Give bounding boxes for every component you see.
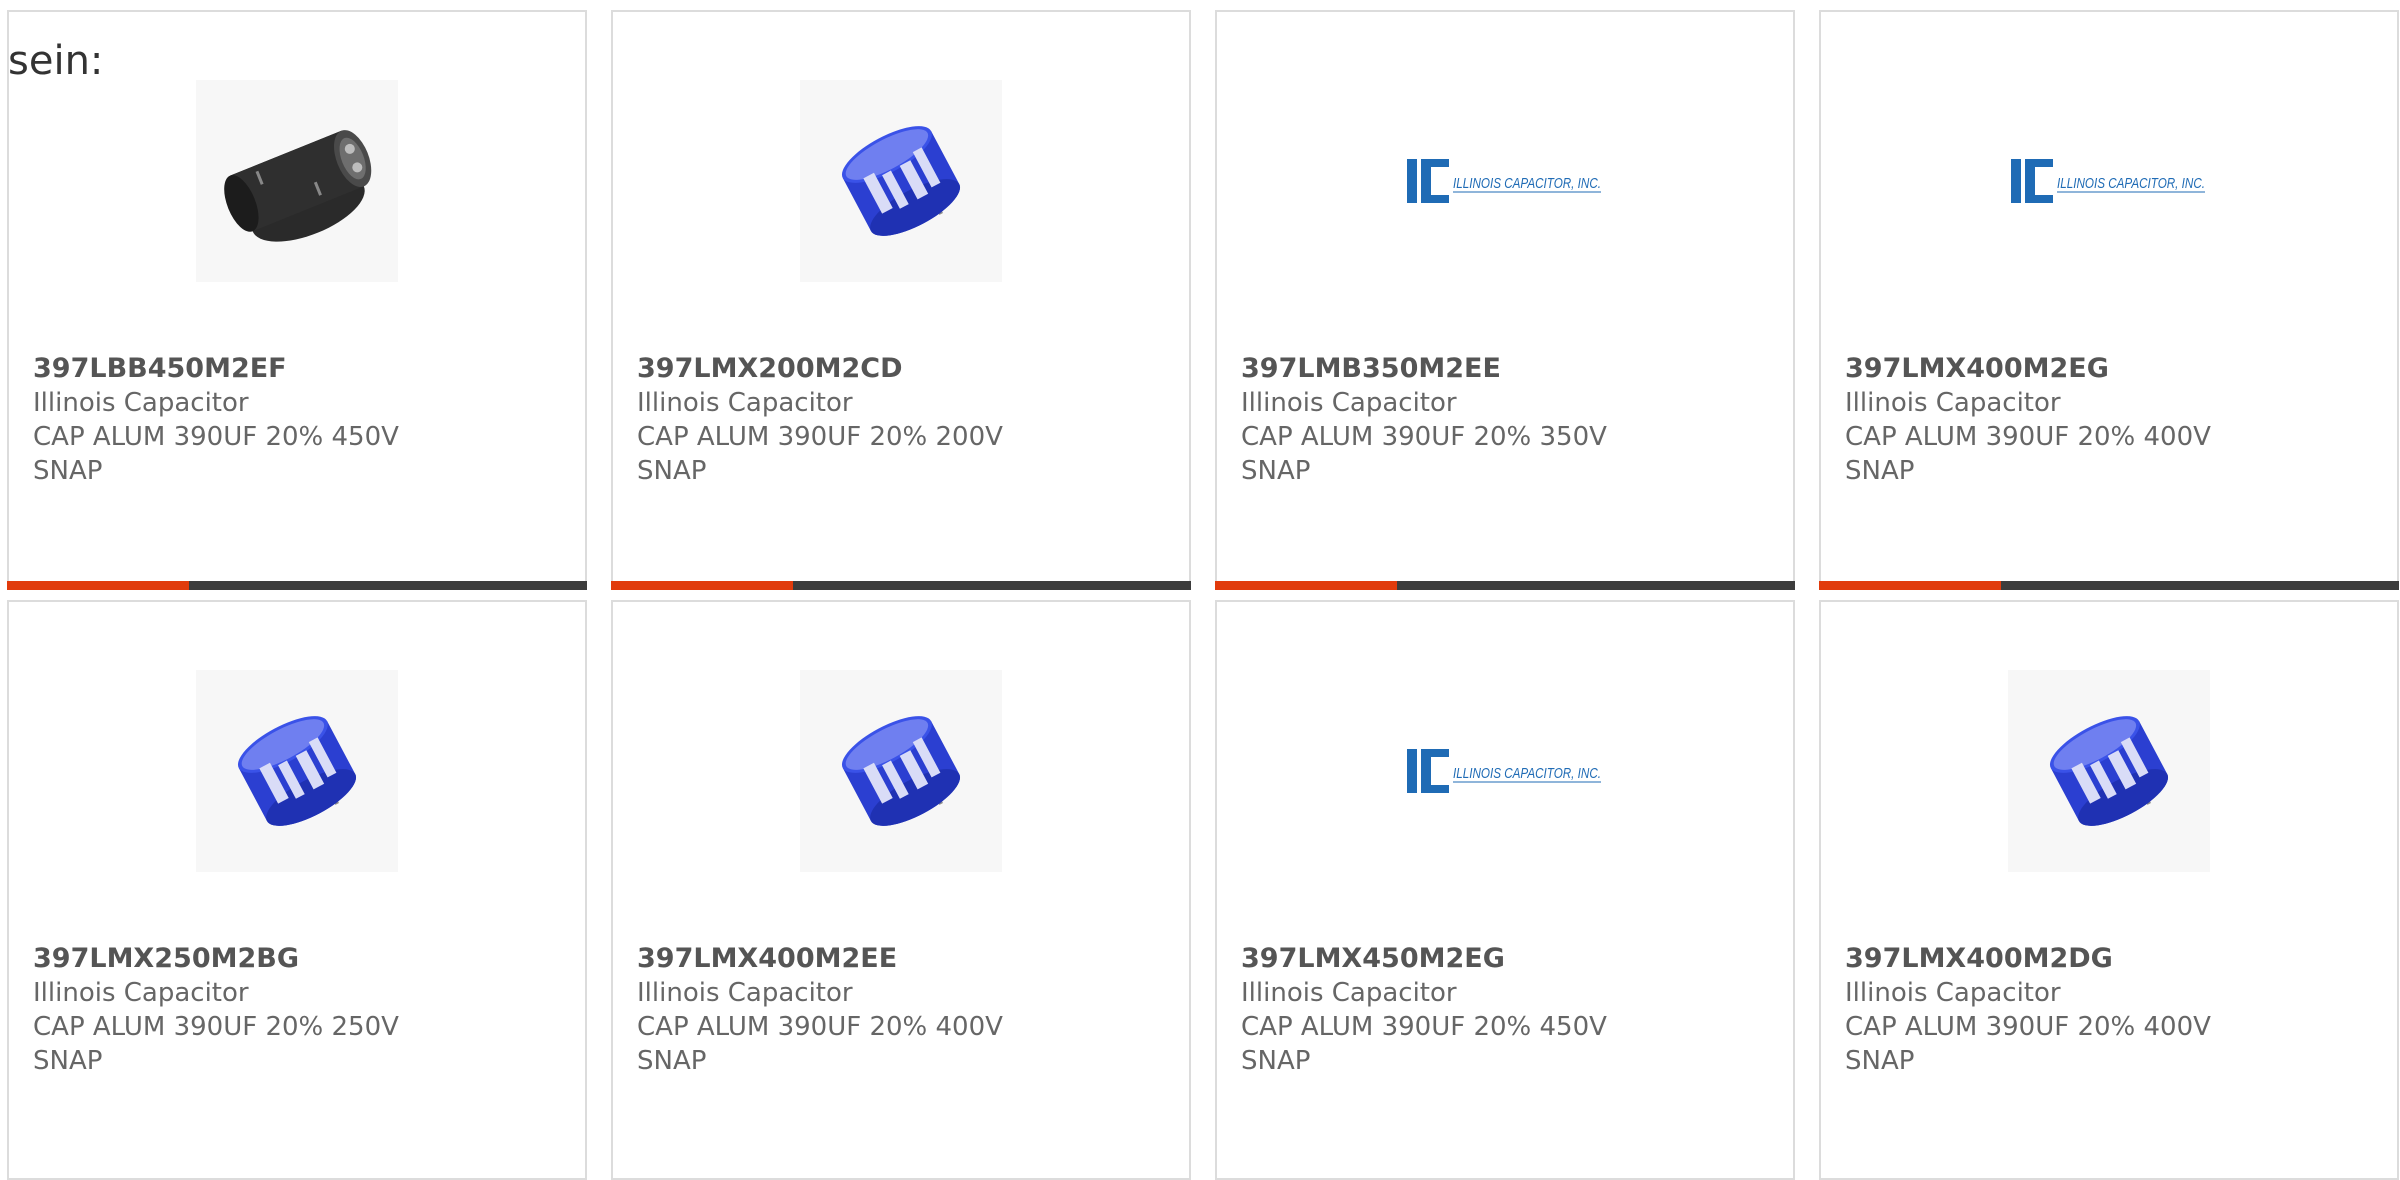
capacitor-icon xyxy=(237,716,357,826)
capacitor-icon xyxy=(841,716,961,826)
manufacturer: Illinois Capacitor xyxy=(33,978,249,1008)
part-number[interactable]: 397LMX400M2DG xyxy=(1845,942,2345,976)
product-image[interactable] xyxy=(196,670,398,872)
product-info: 397LMX400M2EG Illinois Capacitor CAP ALU… xyxy=(1845,352,2345,488)
package-type: SNAP xyxy=(1845,1046,1915,1076)
accent-segment xyxy=(611,581,793,590)
package-type: SNAP xyxy=(1845,456,1915,486)
product-card[interactable]: 397LMX250M2BG Illinois Capacitor CAP ALU… xyxy=(7,600,587,1180)
capacitor-icon xyxy=(224,130,372,242)
product-image[interactable] xyxy=(196,80,398,282)
capacitor-icon xyxy=(841,126,961,236)
description: CAP ALUM 390UF 20% 400V xyxy=(1845,1012,2211,1042)
product-info: 397LBB450M2EF Illinois Capacitor CAP ALU… xyxy=(33,352,533,488)
product-image[interactable] xyxy=(800,80,1002,282)
part-number[interactable]: 397LMX250M2BG xyxy=(33,942,533,976)
package-type: SNAP xyxy=(33,1046,103,1076)
accent-segment xyxy=(1819,581,2001,590)
package-type: SNAP xyxy=(33,456,103,486)
part-number[interactable]: 397LMX200M2CD xyxy=(637,352,1137,386)
manufacturer: Illinois Capacitor xyxy=(1845,978,2061,1008)
product-card[interactable]: ILLINOIS CAPACITOR, INC. 397LMB350M2EE I… xyxy=(1215,10,1795,590)
description: CAP ALUM 390UF 20% 200V xyxy=(637,422,1003,452)
package-type: SNAP xyxy=(637,1046,707,1076)
manufacturer: Illinois Capacitor xyxy=(637,388,853,418)
card-accent-bar xyxy=(7,581,587,590)
description: CAP ALUM 390UF 20% 400V xyxy=(1845,422,2211,452)
product-card[interactable]: ILLINOIS CAPACITOR, INC. 397LMX450M2EG I… xyxy=(1215,600,1795,1180)
accent-segment xyxy=(7,581,189,590)
product-info: 397LMX400M2EE Illinois Capacitor CAP ALU… xyxy=(637,942,1137,1078)
package-type: SNAP xyxy=(1241,1046,1311,1076)
product-image[interactable]: ILLINOIS CAPACITOR, INC. xyxy=(2008,80,2210,282)
description: CAP ALUM 390UF 20% 450V xyxy=(33,422,399,452)
part-number[interactable]: 397LMX400M2EE xyxy=(637,942,1137,976)
card-accent-bar xyxy=(1819,581,2399,590)
product-card[interactable]: ILLINOIS CAPACITOR, INC. 397LMX400M2EG I… xyxy=(1819,10,2399,590)
product-info: 397LMX250M2BG Illinois Capacitor CAP ALU… xyxy=(33,942,533,1078)
manufacturer: Illinois Capacitor xyxy=(1845,388,2061,418)
intro-text: sein: xyxy=(8,38,104,84)
product-card[interactable]: 397LMX400M2EE Illinois Capacitor CAP ALU… xyxy=(611,600,1191,1180)
product-card[interactable]: 397LBB450M2EF Illinois Capacitor CAP ALU… xyxy=(7,10,587,590)
product-image[interactable]: ILLINOIS CAPACITOR, INC. xyxy=(1404,670,1606,872)
description: CAP ALUM 390UF 20% 400V xyxy=(637,1012,1003,1042)
svg-text:ILLINOIS CAPACITOR, INC.: ILLINOIS CAPACITOR, INC. xyxy=(1453,175,1601,192)
product-image[interactable] xyxy=(2008,670,2210,872)
package-type: SNAP xyxy=(637,456,707,486)
product-info: 397LMB350M2EE Illinois Capacitor CAP ALU… xyxy=(1241,352,1741,488)
card-accent-bar xyxy=(1215,581,1795,590)
manufacturer: Illinois Capacitor xyxy=(33,388,249,418)
package-type: SNAP xyxy=(1241,456,1311,486)
product-card[interactable]: 397LMX400M2DG Illinois Capacitor CAP ALU… xyxy=(1819,600,2399,1180)
manufacturer-logo-icon: ILLINOIS CAPACITOR, INC. xyxy=(2011,159,2205,203)
product-info: 397LMX200M2CD Illinois Capacitor CAP ALU… xyxy=(637,352,1137,488)
part-number[interactable]: 397LMX400M2EG xyxy=(1845,352,2345,386)
description: CAP ALUM 390UF 20% 350V xyxy=(1241,422,1607,452)
manufacturer-logo-icon: ILLINOIS CAPACITOR, INC. xyxy=(1407,159,1601,203)
product-info: 397LMX400M2DG Illinois Capacitor CAP ALU… xyxy=(1845,942,2345,1078)
svg-text:ILLINOIS CAPACITOR, INC.: ILLINOIS CAPACITOR, INC. xyxy=(1453,765,1601,782)
description: CAP ALUM 390UF 20% 450V xyxy=(1241,1012,1607,1042)
product-card[interactable]: 397LMX200M2CD Illinois Capacitor CAP ALU… xyxy=(611,10,1191,590)
description: CAP ALUM 390UF 20% 250V xyxy=(33,1012,399,1042)
product-grid: 397LBB450M2EF Illinois Capacitor CAP ALU… xyxy=(7,10,2399,1180)
product-info: 397LMX450M2EG Illinois Capacitor CAP ALU… xyxy=(1241,942,1741,1078)
svg-text:ILLINOIS CAPACITOR, INC.: ILLINOIS CAPACITOR, INC. xyxy=(2057,175,2205,192)
product-image[interactable]: ILLINOIS CAPACITOR, INC. xyxy=(1404,80,1606,282)
manufacturer: Illinois Capacitor xyxy=(1241,978,1457,1008)
part-number[interactable]: 397LBB450M2EF xyxy=(33,352,533,386)
manufacturer: Illinois Capacitor xyxy=(637,978,853,1008)
manufacturer: Illinois Capacitor xyxy=(1241,388,1457,418)
part-number[interactable]: 397LMB350M2EE xyxy=(1241,352,1741,386)
manufacturer-logo-icon: ILLINOIS CAPACITOR, INC. xyxy=(1407,749,1601,793)
accent-segment xyxy=(1215,581,1397,590)
part-number[interactable]: 397LMX450M2EG xyxy=(1241,942,1741,976)
capacitor-icon xyxy=(2049,716,2169,826)
product-image[interactable] xyxy=(800,670,1002,872)
card-accent-bar xyxy=(611,581,1191,590)
